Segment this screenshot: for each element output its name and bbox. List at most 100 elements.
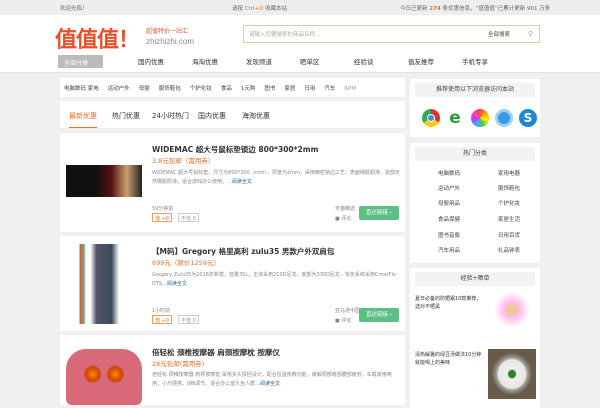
chevron-down-icon: ▾ <box>70 67 74 74</box>
deal-title[interactable]: 倍轻松 颈椎按摩器 肩颈按摩枕 按摩仪 <box>152 347 280 358</box>
nav-item[interactable]: 手机专享 <box>462 56 488 66</box>
category-link[interactable]: 食品保健 <box>438 215 460 223</box>
read-more-link[interactable]: 阅读全文 <box>167 281 187 287</box>
category-label: 全部分类 <box>64 60 89 67</box>
category-link[interactable]: 图书音像 <box>438 231 460 239</box>
nav-item[interactable]: 海淘优惠 <box>192 56 218 66</box>
filter-link[interactable]: 日用 <box>304 86 315 92</box>
deal-desc: Gregory Zulu35为2016年新款，容量35L，主体采用210D尼龙，… <box>152 272 396 287</box>
stats-mid: 条优惠信息，“值值值”已累计更新 <box>442 6 526 12</box>
filter-link[interactable]: 1元购 <box>241 86 256 92</box>
product-image[interactable] <box>66 349 142 405</box>
filter-link[interactable]: 母婴 <box>139 86 150 92</box>
vote-up-button[interactable]: 值 +0 <box>152 315 172 324</box>
panel-title: 经验+晒单 <box>415 272 535 286</box>
comment-link[interactable]: ■ 评论 <box>335 317 351 324</box>
category-link[interactable]: 服饰鞋包 <box>498 184 520 192</box>
article-link[interactable]: 夏日必备的防晒霜10款推荐，选对不晒黑 <box>415 295 485 311</box>
category-link[interactable]: 礼品钟表 <box>498 246 520 254</box>
category-link[interactable]: 家用电器 <box>498 169 520 177</box>
deal-item: 【M码】Gregory 格里高利 zulu35 男款户外双肩包 699元（原价1… <box>60 236 405 331</box>
hint-post: 收藏本站 <box>265 6 288 12</box>
bookmark-hint: 请按 Ctrl+D 收藏本站 <box>232 4 287 12</box>
filter-link[interactable]: 服饰鞋包 <box>159 86 181 92</box>
read-more-link[interactable]: 阅读全文 <box>260 381 280 387</box>
article-link[interactable]: 清热解暑的绿豆汤做法10分钟就能喝上的美味 <box>415 351 485 367</box>
deal-desc: 倍轻松 颈椎按摩器 肩颈按摩枕 采用多头揉捏设计，配合恒温热敷功能，缓解颈部肩部… <box>152 372 392 387</box>
category-link[interactable]: 电脑数码 <box>438 169 460 177</box>
vote-up-button[interactable]: 值 +0 <box>152 213 172 222</box>
category-link[interactable]: 运动户外 <box>438 184 460 192</box>
category-link[interactable]: 家居生活 <box>498 215 520 223</box>
deal-price: 3.8元包邮（需用券） <box>152 157 215 165</box>
search-icon[interactable]: ⚲ <box>528 30 533 38</box>
search-scope-select[interactable]: 全部搜索 <box>488 30 510 38</box>
article-thumbnail[interactable] <box>488 293 536 341</box>
360-icon[interactable] <box>471 109 489 127</box>
read-more-link[interactable]: 阅读全文 <box>232 179 252 185</box>
stats-pre: 今日已更新 <box>400 6 428 12</box>
filter-link[interactable]: 汽车 <box>324 86 335 92</box>
deal-tabs: 最新优惠 热门优惠 24小时热门 国内优惠 海淘优惠 <box>60 101 405 128</box>
category-link[interactable]: 母婴用品 <box>438 199 460 207</box>
filter-link[interactable]: 家居 <box>284 86 295 92</box>
slogan: 超值特价一站汇 <box>146 28 189 35</box>
source-store[interactable]: 天猫精选 <box>335 205 355 212</box>
chrome-icon[interactable] <box>422 109 440 127</box>
filter-link[interactable]: 6PM <box>344 86 356 92</box>
sogou-icon[interactable]: S <box>519 109 537 127</box>
deal-title[interactable]: WIDEMAC 超大号鼠标垫锁边 800*300*2mm <box>152 144 318 155</box>
category-link[interactable]: 汽车用品 <box>438 246 460 254</box>
deal-desc: WIDEMAC 超大号鼠标垫，尺寸为800*300（mm），厚度为2mm，采用精… <box>152 170 400 185</box>
panel-title: 热门分类 <box>415 147 535 161</box>
shortcut-key: Ctrl+D <box>244 6 264 12</box>
deal-price: 699元（原价1259元） <box>152 259 220 267</box>
comment-label: 评论 <box>341 216 352 222</box>
tab-latest[interactable]: 最新优惠 <box>69 111 97 128</box>
go-buy-button[interactable]: 直达链接 › <box>359 206 399 220</box>
deal-item: 倍轻松 颈椎按摩器 肩颈按摩枕 按摩仪 28元包邮(需用券) 倍轻松 颈椎按摩器… <box>60 335 405 405</box>
category-link[interactable]: 个护化妆 <box>498 199 520 207</box>
go-buy-button[interactable]: 直达链接 › <box>359 308 399 322</box>
articles-panel: 经验+晒单 夏日必备的防晒霜10款推荐，选对不晒黑 清热解暑的绿豆汤做法10分钟… <box>410 268 540 408</box>
domain: zhizhizhi.com <box>146 37 195 46</box>
category-link[interactable]: 日用百货 <box>498 231 520 239</box>
nav-item[interactable]: 国内优惠 <box>138 56 164 66</box>
category-filter-bar: 电脑数码 家电 运动户外 母婴 服饰鞋包 个护化妆 食品 1元购 图书 家居 日用 汽车 6PM <box>60 78 405 97</box>
product-image[interactable] <box>66 244 142 324</box>
hot-categories-panel: 热门分类 电脑数码 家用电器 运动户外 服饰鞋包 母婴用品 个护化妆 食品保健 … <box>410 143 540 263</box>
comment-link[interactable]: ■ 评论 <box>335 215 351 222</box>
category-dropdown[interactable]: 全部分类 ▾ <box>58 55 103 74</box>
deal-title[interactable]: 【M码】Gregory 格里高利 zulu35 男款户外双肩包 <box>152 246 334 257</box>
search-input[interactable]: 请输入您要搜索的商品名称... <box>249 30 320 38</box>
vote-down-button[interactable]: 不值 0 <box>178 213 199 222</box>
tab-hot[interactable]: 热门优惠 <box>112 111 140 121</box>
filter-link[interactable]: 运动户外 <box>108 86 130 92</box>
tab-24h[interactable]: 24小时热门 <box>152 111 189 121</box>
qq-browser-icon[interactable] <box>495 109 513 127</box>
product-image[interactable] <box>66 165 142 197</box>
nav-item[interactable]: 值友推荐 <box>408 56 434 66</box>
vote-down-button[interactable]: 不值 0 <box>178 315 199 324</box>
ie-icon[interactable]: e <box>446 109 464 127</box>
nav-item[interactable]: 晒单区 <box>300 56 320 66</box>
tab-overseas[interactable]: 海淘优惠 <box>242 111 270 121</box>
nav-item[interactable]: 经验谈 <box>354 56 374 66</box>
filter-link[interactable]: 食品 <box>221 86 232 92</box>
comment-label: 评论 <box>341 318 352 324</box>
stats-post: 万条 <box>539 6 551 12</box>
filter-link[interactable]: 图书 <box>264 86 275 92</box>
tab-domestic[interactable]: 国内优惠 <box>198 111 226 121</box>
post-time: 59分钟前 <box>152 206 174 212</box>
filter-link[interactable]: 电脑数码 家电 <box>64 86 99 92</box>
update-stats: 今日已更新 274 条优惠信息，“值值值”已累计更新 901 万条 <box>400 4 550 12</box>
nav-item[interactable]: 发现频道 <box>246 56 272 66</box>
article-thumbnail[interactable] <box>488 349 536 399</box>
comment-icon: ■ <box>335 318 340 324</box>
desc-text: Gregory Zulu35为2016年新款，容量35L，主体采用210D尼龙，… <box>152 272 396 287</box>
filter-link[interactable]: 个护化妆 <box>190 86 212 92</box>
source-store[interactable]: 亚马逊中国 <box>335 307 360 314</box>
deal-item: WIDEMAC 超大号鼠标垫锁边 800*300*2mm 3.8元包邮（需用券）… <box>60 133 405 232</box>
logo[interactable]: 值值值！ <box>55 22 140 54</box>
top-bar: 欢迎光临！ 请按 Ctrl+D 收藏本站 今日已更新 274 条优惠信息，“值值… <box>0 0 600 15</box>
